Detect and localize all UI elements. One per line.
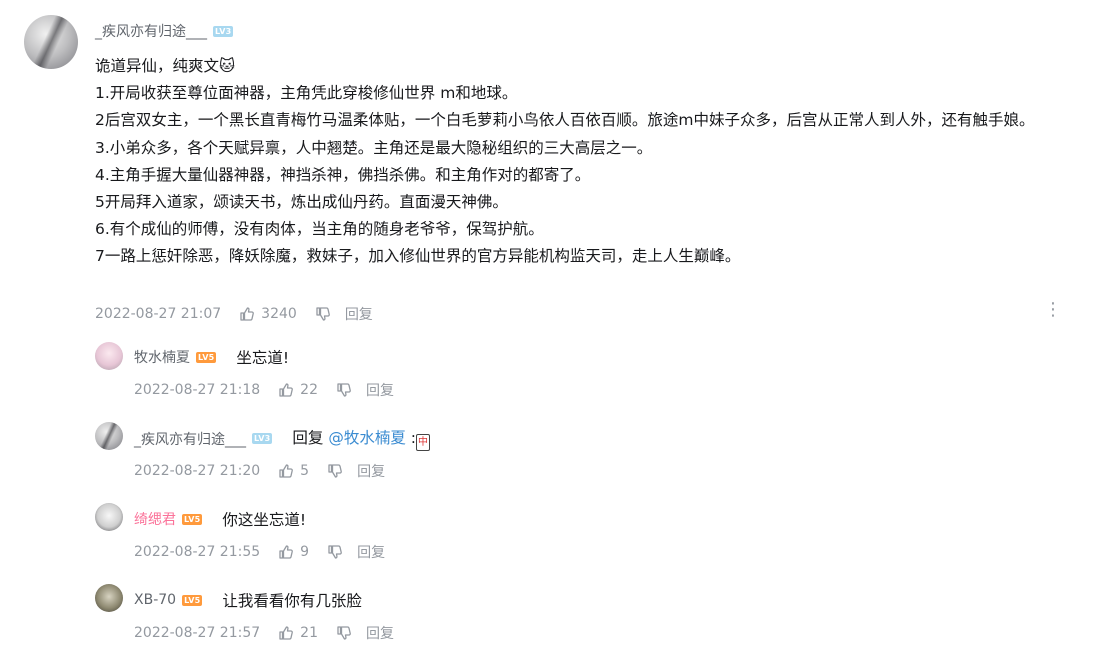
thumbs-up-icon xyxy=(240,307,255,321)
avatar[interactable] xyxy=(95,503,123,531)
reply-time: 2022-08-27 21:18 xyxy=(134,382,261,398)
comment-content: 诡道异仙，纯爽文🐱 1.开局收获至尊位面神器，主角凭此穿梭修仙世界 m和地球。 … xyxy=(95,53,1075,271)
like-count: 3240 xyxy=(261,306,297,322)
like-count: 21 xyxy=(300,625,318,641)
username[interactable]: _疾风亦有归途___ xyxy=(134,429,246,449)
level-badge: LV5 xyxy=(196,351,217,363)
like-count: 5 xyxy=(300,463,310,479)
reply-text: 坐忘道! xyxy=(236,349,290,367)
username[interactable]: _疾风亦有归途___ xyxy=(95,21,207,41)
comment-line: 4.主角手握大量仙器神器，神挡杀神，佛挡杀佛。和主角作对的都寄了。 xyxy=(95,165,591,184)
like-button[interactable]: 22 xyxy=(278,382,318,398)
username[interactable]: 绮缌君 xyxy=(134,509,176,529)
comment-line: 2后宫双女主，一个黑长直青梅竹马温柔体贴，一个白毛萝莉小鸟依人百依百顺。旅途m中… xyxy=(95,111,1035,130)
reply-time: 2022-08-27 21:20 xyxy=(134,463,261,479)
reply-text: 让我看看你有几张脸 xyxy=(222,592,362,610)
comment-meta: 2022-08-27 21:07 3240 回复 xyxy=(95,304,373,324)
comment-line: 7一路上惩奸除恶，降妖除魔，救妹子，加入修仙世界的官方异能机构监天司，走上人生巅… xyxy=(95,247,741,266)
dislike-button[interactable] xyxy=(336,625,358,641)
reply-text: 你这坐忘道! xyxy=(222,511,307,529)
mention-link[interactable]: @牧水楠夏 xyxy=(328,429,406,447)
thumbs-up-icon xyxy=(279,626,294,640)
reply-time: 2022-08-27 21:57 xyxy=(134,625,261,641)
reply-suffix: : xyxy=(405,429,416,447)
comment-time: 2022-08-27 21:07 xyxy=(95,306,222,322)
comment-line: 5开局拜入道家，颂读天书，炼出成仙丹药。直面漫天神佛。 xyxy=(95,193,508,212)
emoji-icon: 中 xyxy=(415,434,430,451)
reply-meta: 2022-08-27 21:20 5 回复 xyxy=(134,461,385,481)
avatar[interactable] xyxy=(24,15,78,69)
like-button[interactable]: 9 xyxy=(278,544,309,560)
thumbs-up-icon xyxy=(279,545,294,559)
comment-header: _疾风亦有归途___ LV3 xyxy=(95,21,234,41)
like-count: 22 xyxy=(300,382,318,398)
avatar[interactable] xyxy=(95,342,123,370)
reply-header: 绮缌君 LV5 你这坐忘道! xyxy=(134,508,306,530)
reply-button[interactable]: 回复 xyxy=(345,304,373,324)
reply-meta: 2022-08-27 21:18 22 回复 xyxy=(134,380,394,400)
reply-time: 2022-08-27 21:55 xyxy=(134,544,261,560)
comment-line: 1.开局收获至尊位面神器，主角凭此穿梭修仙世界 m和地球。 xyxy=(95,84,518,103)
reply-meta: 2022-08-27 21:55 9 回复 xyxy=(134,542,385,562)
thumbs-down-icon xyxy=(328,545,342,559)
avatar[interactable] xyxy=(95,584,123,612)
more-vertical-icon[interactable]: ⋮ xyxy=(1044,300,1062,320)
dislike-button[interactable] xyxy=(336,382,358,398)
comment-line: 6.有个成仙的师傅，没有肉体，当主角的随身老爷爷，保驾护航。 xyxy=(95,220,544,239)
level-badge: LV5 xyxy=(182,513,203,525)
reply-button[interactable]: 回复 xyxy=(366,623,394,643)
reply-header: _疾风亦有归途___ LV3 回复 @牧水楠夏 :中 xyxy=(134,426,430,451)
reply-button[interactable]: 回复 xyxy=(357,461,385,481)
comment-line: 3.小弟众多，各个天赋异禀，人中翘楚。主角还是最大隐秘组织的三大高层之一。 xyxy=(95,138,653,157)
thumbs-down-icon xyxy=(337,626,351,640)
thumbs-down-icon xyxy=(337,383,351,397)
reply-button[interactable]: 回复 xyxy=(357,542,385,562)
thumbs-up-icon xyxy=(279,464,294,478)
reply-meta: 2022-08-27 21:57 21 回复 xyxy=(134,623,394,643)
level-badge: LV3 xyxy=(252,433,273,444)
level-badge: LV5 xyxy=(182,594,203,606)
like-button[interactable]: 21 xyxy=(278,625,318,641)
like-count: 9 xyxy=(300,544,310,560)
avatar[interactable] xyxy=(95,422,123,450)
level-badge: LV3 xyxy=(213,25,234,37)
like-button[interactable]: 3240 xyxy=(239,306,297,322)
reply-header: 牧水楠夏 LV5 坐忘道! xyxy=(134,346,289,368)
comment-line: 诡道异仙，纯爽文🐱 xyxy=(95,57,236,75)
reply-prefix: 回复 xyxy=(292,429,324,447)
reply-button[interactable]: 回复 xyxy=(366,380,394,400)
username[interactable]: 牧水楠夏 xyxy=(134,347,190,367)
like-button[interactable]: 5 xyxy=(278,463,309,479)
reply-header: XB-70 LV5 让我看看你有几张脸 xyxy=(134,589,362,611)
thumbs-down-icon xyxy=(328,464,342,478)
reply-text: 回复 @牧水楠夏 :中 xyxy=(292,426,430,451)
thumbs-up-icon xyxy=(279,383,294,397)
dislike-button[interactable] xyxy=(315,306,337,322)
thumbs-down-icon xyxy=(316,307,330,321)
dislike-button[interactable] xyxy=(327,463,349,479)
username[interactable]: XB-70 xyxy=(134,592,176,608)
dislike-button[interactable] xyxy=(327,544,349,560)
